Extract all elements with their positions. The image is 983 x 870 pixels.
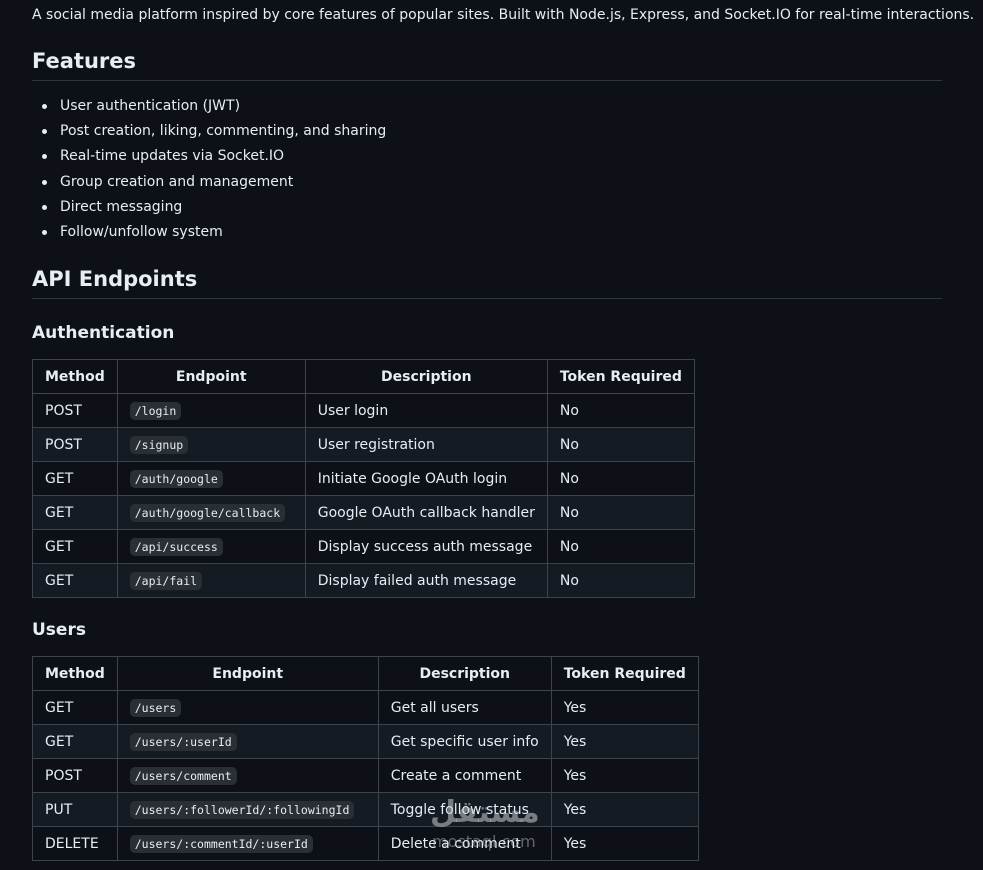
table-header-row: Method Endpoint Description Token Requir… — [32, 656, 699, 691]
list-item: Group creation and management — [41, 170, 386, 195]
endpoint-code: /users/:userId — [129, 732, 237, 751]
table-row: PUT/users/:followerId/:followingId Toggle… — [32, 792, 699, 827]
cell-token-required: Yes — [550, 724, 699, 759]
table-row: GET/api/fail Display failed auth message N… — [32, 563, 695, 598]
endpoint-code: /users/:followerId/:followingId — [129, 800, 355, 819]
cell-description: Get specific user info — [377, 724, 552, 759]
column-header-token-required: Token Required — [550, 656, 699, 691]
cell-endpoint: /signup — [116, 427, 306, 462]
endpoint-code: /signup — [129, 435, 189, 454]
column-header-description: Description — [377, 656, 552, 691]
cell-endpoint: /auth/google — [116, 461, 306, 496]
cell-token-required: No — [546, 461, 695, 496]
features-list: User authentication (JWT) Post creation,… — [32, 94, 386, 245]
cell-method: GET — [32, 461, 118, 496]
column-header-description: Description — [304, 359, 548, 394]
cell-method: POST — [32, 427, 118, 462]
cell-method: POST — [32, 758, 118, 793]
cell-endpoint: /login — [116, 393, 306, 428]
list-item: Direct messaging — [41, 195, 386, 220]
endpoint-code: /login — [129, 401, 182, 420]
users-heading: Users — [32, 620, 86, 640]
cell-description: Display failed auth message — [304, 563, 548, 598]
cell-token-required: Yes — [550, 690, 699, 725]
list-item: User authentication (JWT) — [41, 94, 386, 119]
cell-endpoint: /api/success — [116, 529, 306, 564]
list-item: Post creation, liking, commenting, and s… — [41, 119, 386, 144]
table-row: GET/users Get all users Yes — [32, 690, 699, 725]
table-row: GET/api/success Display success auth mess… — [32, 529, 695, 564]
cell-token-required: No — [546, 495, 695, 530]
endpoint-code: /auth/google/callback — [129, 503, 286, 522]
endpoint-code: /auth/google — [129, 469, 223, 488]
list-item: Real-time updates via Socket.IO — [41, 144, 386, 169]
table-row: POST/signup User registration No — [32, 427, 695, 462]
table-row: GET/auth/google/callback Google OAuth cal… — [32, 495, 695, 530]
cell-endpoint: /users/comment — [116, 758, 379, 793]
cell-method: GET — [32, 529, 118, 564]
cell-description: Display success auth message — [304, 529, 548, 564]
cell-description: User registration — [304, 427, 548, 462]
cell-description: User login — [304, 393, 548, 428]
cell-token-required: Yes — [550, 826, 699, 861]
cell-endpoint: /users — [116, 690, 379, 725]
cell-description: Google OAuth callback handler — [304, 495, 548, 530]
cell-method: DELETE — [32, 826, 118, 861]
api-endpoints-heading: API Endpoints — [32, 265, 942, 299]
endpoint-code: /users — [129, 698, 182, 717]
cell-method: GET — [32, 495, 118, 530]
users-table: Method Endpoint Description Token Requir… — [32, 656, 699, 861]
cell-description: Get all users — [377, 690, 552, 725]
endpoint-code: /api/fail — [129, 571, 203, 590]
endpoint-code: /api/success — [129, 537, 223, 556]
cell-token-required: No — [546, 529, 695, 564]
table-body: GET/users Get all users Yes GET/users/:user… — [32, 690, 699, 861]
cell-endpoint: /users/:userId — [116, 724, 379, 759]
column-header-method: Method — [32, 359, 118, 394]
endpoint-code: /users/comment — [129, 766, 237, 785]
cell-token-required: No — [546, 393, 695, 428]
table-header-row: Method Endpoint Description Token Requir… — [32, 359, 695, 394]
cell-method: GET — [32, 563, 118, 598]
table-row: POST/users/comment Create a comment Yes — [32, 758, 699, 793]
column-header-method: Method — [32, 656, 118, 691]
table-body: POST/login User login No POST/signup User re… — [32, 393, 695, 598]
cell-method: GET — [32, 690, 118, 725]
cell-endpoint: /auth/google/callback — [116, 495, 306, 530]
column-header-endpoint: Endpoint — [116, 656, 379, 691]
table-row: GET/auth/google Initiate Google OAuth log… — [32, 461, 695, 496]
cell-endpoint: /api/fail — [116, 563, 306, 598]
column-header-token-required: Token Required — [546, 359, 695, 394]
list-item: Follow/unfollow system — [41, 220, 386, 245]
cell-token-required: No — [546, 427, 695, 462]
cell-description: Initiate Google OAuth login — [304, 461, 548, 496]
column-header-endpoint: Endpoint — [116, 359, 306, 394]
authentication-heading: Authentication — [32, 323, 175, 343]
endpoint-code: /users/:commentId/:userId — [129, 834, 313, 853]
cell-method: GET — [32, 724, 118, 759]
cell-method: PUT — [32, 792, 118, 827]
cell-description: Toggle follow status — [377, 792, 552, 827]
table-row: DELETE/users/:commentId/:userId Delete a … — [32, 826, 699, 861]
cell-description: Create a comment — [377, 758, 552, 793]
cell-method: POST — [32, 393, 118, 428]
cell-endpoint: /users/:followerId/:followingId — [116, 792, 379, 827]
cell-description: Delete a comment — [377, 826, 552, 861]
cell-token-required: No — [546, 563, 695, 598]
cell-endpoint: /users/:commentId/:userId — [116, 826, 379, 861]
features-heading: Features — [32, 47, 942, 81]
intro-paragraph: A social media platform inspired by core… — [32, 7, 975, 23]
authentication-table: Method Endpoint Description Token Requir… — [32, 359, 695, 598]
cell-token-required: Yes — [550, 758, 699, 793]
table-row: GET/users/:userId Get specific user info Y… — [32, 724, 699, 759]
table-row: POST/login User login No — [32, 393, 695, 428]
cell-token-required: Yes — [550, 792, 699, 827]
